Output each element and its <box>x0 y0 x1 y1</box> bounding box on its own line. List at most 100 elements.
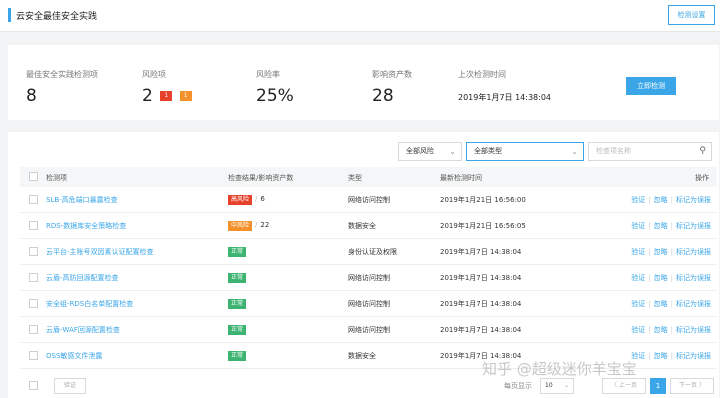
risk-filter-value: 全部风险 <box>406 147 434 155</box>
affected-asset-count: 22 <box>260 221 270 229</box>
stat-value-row: 2 1 1 <box>142 86 192 106</box>
time-cell: 2019年1月7日 14:38:04 <box>440 326 522 334</box>
mark-false-positive-link[interactable]: 标记为误报 <box>676 248 711 256</box>
result-cell: 正常 <box>228 247 247 257</box>
check-item-link[interactable]: 云盾-高防回源配置检查 <box>46 273 119 283</box>
ignore-link[interactable]: 忽略 <box>654 326 668 334</box>
row-checkbox[interactable] <box>29 195 38 204</box>
footer-select-all-checkbox[interactable] <box>29 381 38 390</box>
row-actions: 验证 | 忽略 | 标记为误报 <box>631 352 711 360</box>
verify-link[interactable]: 验证 <box>631 196 645 204</box>
title-accent-bar <box>8 8 11 22</box>
type-filter-value: 全部类型 <box>474 147 502 155</box>
result-cell: 中风险/22 <box>228 221 269 231</box>
col-header-item: 检测项 <box>46 174 67 182</box>
table-row: 安全组-RDS白名单配置检查 正常 网络访问控制 2019年1月7日 14:38… <box>20 291 717 317</box>
normal-status-tag: 正常 <box>228 351 247 361</box>
stat-total-items: 最佳安全实践检测项 8 <box>26 69 98 106</box>
mark-false-positive-link[interactable]: 标记为误报 <box>676 196 711 204</box>
select-all-checkbox[interactable] <box>29 172 38 181</box>
stat-value: 2019年1月7日 14:38:04 <box>458 93 552 102</box>
chevron-down-icon: ⌄ <box>449 147 456 156</box>
stat-value: 28 <box>372 86 394 106</box>
prev-page-button[interactable]: 〈 上一页 <box>602 378 646 394</box>
verify-link[interactable]: 验证 <box>631 300 645 308</box>
stat-value: 25% <box>256 86 294 106</box>
stat-risk-rate: 风险率 25% <box>256 69 294 106</box>
stat-label: 影响资产数 <box>372 70 412 79</box>
table-header: 检测项 检查结果/影响资产数 类型 最新检测时间 操作 <box>20 167 717 187</box>
mark-false-positive-link[interactable]: 标记为误报 <box>676 300 711 308</box>
time-cell: 2019年1月7日 14:38:04 <box>440 300 522 308</box>
risk-filter-select[interactable]: 全部风险 ⌄ <box>398 142 462 161</box>
mark-false-positive-link[interactable]: 标记为误报 <box>676 326 711 334</box>
result-cell: 正常 <box>228 351 247 361</box>
watermark-text: 知乎 @超级迷你羊宝宝 <box>482 360 637 378</box>
normal-status-tag: 正常 <box>228 325 247 335</box>
stat-last-check-time: 上次检测时间 2019年1月7日 14:38:04 <box>458 69 551 103</box>
check-item-link[interactable]: 云平台-主账号双因素认证配置检查 <box>46 247 154 257</box>
ignore-link[interactable]: 忽略 <box>654 300 668 308</box>
check-item-link[interactable]: OSS敏感文件泄露 <box>46 351 102 361</box>
table-row: 云盾-高防回源配置检查 正常 网络访问控制 2019年1月7日 14:38:04… <box>20 265 717 291</box>
normal-status-tag: 正常 <box>228 273 247 283</box>
row-checkbox[interactable] <box>29 351 38 360</box>
row-checkbox[interactable] <box>29 325 38 334</box>
mark-false-positive-link[interactable]: 标记为误报 <box>676 222 711 230</box>
search-placeholder: 检查项名称 <box>596 147 631 155</box>
current-page-button[interactable]: 1 <box>650 378 666 394</box>
row-checkbox[interactable] <box>29 299 38 308</box>
stats-panel: 最佳安全实践检测项 8 风险项 2 1 1 风险率 25% 影响资产数 28 上… <box>8 45 719 120</box>
col-header-time: 最新检测时间 <box>440 174 482 182</box>
next-page-button[interactable]: 下一页 〉 <box>670 378 714 394</box>
verify-link[interactable]: 验证 <box>631 326 645 334</box>
type-cell: 网络访问控制 <box>348 300 390 308</box>
row-actions: 验证 | 忽略 | 标记为误报 <box>631 274 711 282</box>
row-checkbox[interactable] <box>29 221 38 230</box>
mark-false-positive-link[interactable]: 标记为误报 <box>676 274 711 282</box>
check-item-link[interactable]: 安全组-RDS白名单配置检查 <box>46 299 133 309</box>
verify-link[interactable]: 验证 <box>631 222 645 230</box>
normal-status-tag: 正常 <box>228 299 247 309</box>
col-header-type: 类型 <box>348 174 362 182</box>
row-checkbox[interactable] <box>29 247 38 256</box>
detect-now-button[interactable]: 立即检测 <box>626 77 676 95</box>
per-page-label: 每页显示 <box>504 382 532 390</box>
row-checkbox[interactable] <box>29 273 38 282</box>
row-actions: 验证 | 忽略 | 标记为误报 <box>631 196 711 204</box>
type-cell: 数据安全 <box>348 222 376 230</box>
check-item-link[interactable]: RDS-数据库安全策略检查 <box>46 221 126 231</box>
type-cell: 数据安全 <box>348 352 376 360</box>
row-actions: 验证 | 忽略 | 标记为误报 <box>631 300 711 308</box>
stat-affected-assets: 影响资产数 28 <box>372 69 412 106</box>
row-actions: 验证 | 忽略 | 标记为误报 <box>631 326 711 334</box>
stat-value: 8 <box>26 86 37 106</box>
detection-settings-button[interactable]: 检测设置 <box>668 5 715 25</box>
ignore-link[interactable]: 忽略 <box>654 248 668 256</box>
item-name-search-input[interactable]: 检查项名称 ⚲ <box>588 142 712 161</box>
normal-status-tag: 正常 <box>228 247 247 257</box>
affected-asset-count: 6 <box>260 195 265 203</box>
check-item-link[interactable]: SLB-高危端口暴露检查 <box>46 195 118 205</box>
ignore-link[interactable]: 忽略 <box>654 274 668 282</box>
stat-label: 风险项 <box>142 70 166 79</box>
check-item-link[interactable]: 云盾-WAF回源配置检查 <box>46 325 120 335</box>
stat-risk-items: 风险项 2 1 1 <box>142 69 192 106</box>
verify-link[interactable]: 验证 <box>631 248 645 256</box>
stat-label: 最佳安全实践检测项 <box>26 70 98 79</box>
type-cell: 网络访问控制 <box>348 326 390 334</box>
search-icon[interactable]: ⚲ <box>699 143 706 160</box>
type-filter-select[interactable]: 全部类型 ⌄ <box>466 142 584 161</box>
verify-link[interactable]: 验证 <box>631 274 645 282</box>
type-cell: 身份认证及权限 <box>348 248 397 256</box>
table-row: RDS-数据库安全策略检查 中风险/22 数据安全 2019年1月21日 16:… <box>20 213 717 239</box>
chevron-down-icon: ⌄ <box>563 382 569 389</box>
ignore-link[interactable]: 忽略 <box>654 222 668 230</box>
time-cell: 2019年1月7日 14:38:04 <box>440 274 522 282</box>
row-actions: 验证 | 忽略 | 标记为误报 <box>631 248 711 256</box>
ignore-link[interactable]: 忽略 <box>654 196 668 204</box>
mark-false-positive-link[interactable]: 标记为误报 <box>676 352 711 360</box>
ignore-link[interactable]: 忽略 <box>654 352 668 360</box>
bulk-verify-button[interactable]: 验证 <box>54 378 86 394</box>
per-page-select[interactable]: 10 ⌄ <box>540 378 574 394</box>
